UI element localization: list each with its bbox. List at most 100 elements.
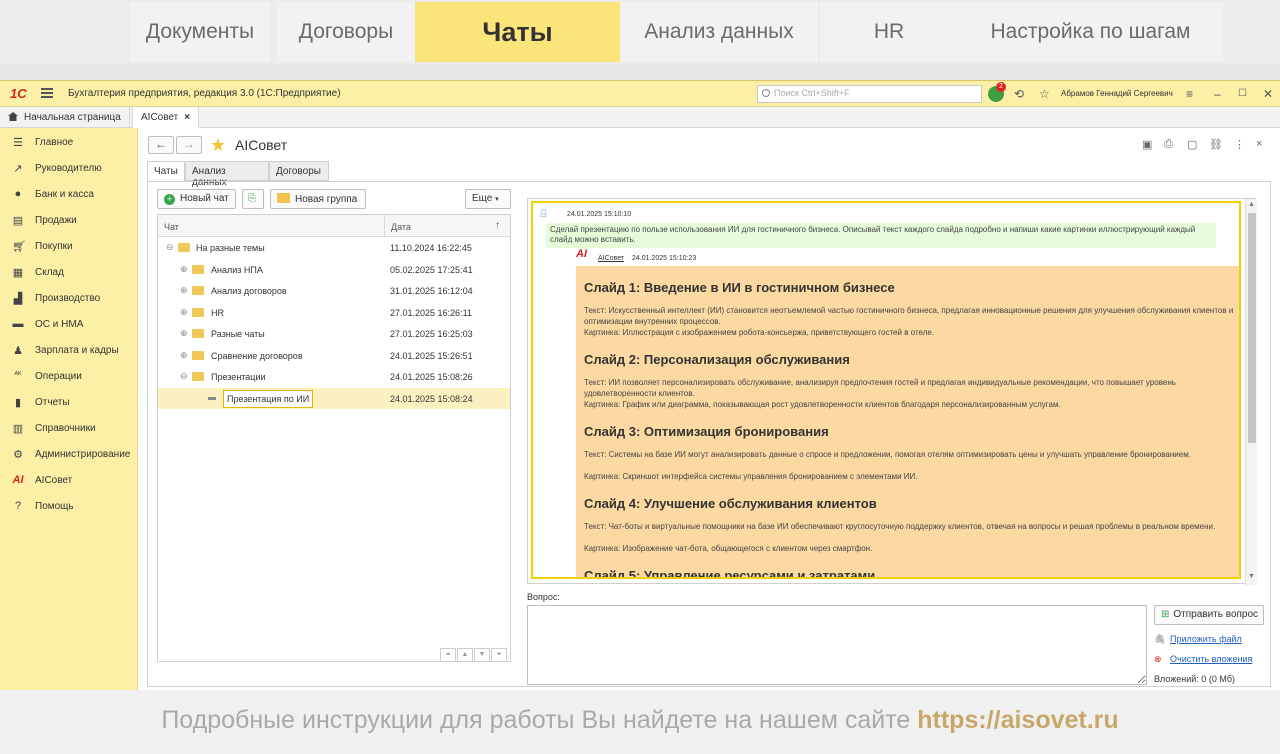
table-row[interactable]: ⊖ Презентации 24.01.2025 15:08:26 [158,366,510,387]
ai-icon: AI [12,474,24,486]
sidebar-item-references[interactable]: ▥ Справочники [0,419,138,439]
scroll-up-icon[interactable]: ▲ [1248,201,1255,208]
maximize-icon[interactable]: ☐ [1238,88,1247,99]
copy-chat-button[interactable]: ⎘ [242,189,264,209]
paperclip-icon: 🖇︎ [1154,634,1166,644]
sidebar-item-salary[interactable]: ♟ Зарплата и кадры [0,341,138,361]
close-form-icon[interactable]: × [1256,138,1262,150]
question-input[interactable] [527,605,1147,685]
main-form: ← → ★ AIСовет ▣ ⎙ ▢ ⛓︎ ⋮ × Чаты Анализ д… [138,128,1280,691]
nav-tab-documents[interactable]: Документы [130,2,270,62]
tab-aisovet[interactable]: AIСовет × [132,107,200,129]
user-message: Сделай презентацию по пользе использован… [546,223,1216,248]
tab-chats[interactable]: Чаты [147,161,185,181]
sidebar-item-label: Продажи [35,215,77,226]
sidebar-item-production[interactable]: ▟ Производство [0,289,138,309]
table-row-selected[interactable]: Презентация по ИИ 24.01.2025 15:08:24 [158,388,510,409]
sidebar-item-warehouse[interactable]: ▦ Склад [0,263,138,283]
nav-tab-hr[interactable]: HR [820,2,958,62]
close-tab-icon[interactable]: × [184,112,190,123]
sidebar-item-purchases[interactable]: 🛒︎ Покупки [0,237,138,257]
expand-icon[interactable]: ⊕ [180,285,188,296]
expand-icon[interactable]: ⊕ [180,307,188,318]
tab-data-analysis[interactable]: Анализ данных [185,161,269,188]
expand-icon[interactable]: ⊕ [180,264,188,275]
folder-icon [192,265,204,274]
sidebar-item-help[interactable]: ? Помощь [0,497,138,517]
new-chat-label: Новый чат [180,193,229,204]
more-button[interactable]: Еще ▾ [465,189,511,209]
footer-text: Подробные инструкции для работы Вы найде… [161,706,911,734]
nav-tab-contracts[interactable]: Договоры [277,2,415,62]
sidebar-item-sales[interactable]: ▤ Продажи [0,211,138,231]
sidebar-item-admin[interactable]: ⚙ Администрирование [0,445,138,465]
user-avatar-icon: 👤︎ [539,210,548,217]
tab-contracts[interactable]: Договоры [269,161,329,181]
table-row[interactable]: ⊖ На разные темы 11.10.2024 16:22:45 [158,237,510,258]
table-row[interactable]: ⊕ HR 27.01.2025 16:26:11 [158,302,510,323]
new-chat-button[interactable]: + Новый чат [157,189,236,209]
add-icon: + [164,194,175,205]
sidebar-item-fixed-assets[interactable]: ▬ ОС и НМА [0,315,138,335]
scroll-up-icon[interactable]: ▲ [457,648,473,662]
save-icon[interactable]: ▣ [1142,138,1152,151]
scroll-top-icon[interactable]: ⏶ [440,648,456,662]
nav-tab-chats[interactable]: Чаты [415,2,620,62]
footer-url[interactable]: https://aisovet.ru [917,706,1118,734]
sidebar-item-aisovet[interactable]: AI AIСовет [0,471,138,491]
ai-author[interactable]: AIСовет [598,255,624,262]
clear-attachments-link[interactable]: Очистить вложения [1170,654,1252,664]
column-header-date[interactable]: Дата ↑ [385,215,510,237]
scroll-down-icon[interactable]: ▼ [1248,573,1255,580]
folder-icon [192,329,204,338]
history-icon[interactable]: ⟲ [1014,87,1024,101]
table-row[interactable]: ⊕ Разные чаты 27.01.2025 16:25:03 [158,323,510,344]
send-question-button[interactable]: ⊞ Отправить вопрос [1154,605,1264,625]
minimize-icon[interactable]: – [1214,87,1221,101]
sidebar-item-operations[interactable]: ᴬᴷ Операции [0,367,138,387]
favorites-icon[interactable]: ☆ [1039,87,1050,101]
scroll-bottom-icon[interactable]: ⏷ [491,648,507,662]
user-name[interactable]: Абрамов Геннадий Сергеевич [1061,89,1173,98]
more-menu-icon[interactable]: ⋮ [1234,138,1245,151]
favorite-star-icon[interactable]: ★ [210,135,226,156]
table-row[interactable]: ⊕ Анализ НПА 05.02.2025 17:25:41 [158,259,510,280]
search-input[interactable]: Поиск Ctrl+Shift+F [757,85,982,103]
settings-menu-icon[interactable]: ≡ [1186,87,1193,101]
link-icon[interactable]: ⛓︎ [1209,138,1223,151]
collapse-icon[interactable]: ⊖ [180,371,188,382]
notifications-icon[interactable]: 2 [988,82,1006,102]
expand-icon[interactable]: ⊕ [180,328,188,339]
table-row[interactable]: ⊕ Сравнение договоров 24.01.2025 15:26:5… [158,345,510,366]
row-name: Сравнение договоров [211,351,303,361]
tab-home[interactable]: Начальная страница [0,107,130,128]
nav-tab-data-analysis[interactable]: Анализ данных [620,2,818,62]
close-window-icon[interactable]: ✕ [1263,87,1273,101]
slide-title: Слайд 4: Улучшение обслуживания клиентов [584,496,877,511]
chat-scrollbar[interactable]: ▲ ▼ [1245,199,1257,585]
main-menu-icon[interactable] [41,88,53,98]
table-row[interactable]: ⊕ Анализ договоров 31.01.2025 16:12:04 [158,280,510,301]
attach-file-link[interactable]: Приложить файл [1170,634,1242,644]
new-group-button[interactable]: Новая группа [270,189,366,209]
scroll-thumb[interactable] [1248,213,1256,443]
nav-tab-setup-steps[interactable]: Настройка по шагам [958,2,1223,62]
forward-button[interactable]: → [176,136,202,154]
clear-icon: ⊗ [1154,654,1162,664]
print-icon[interactable]: ⎙ [1164,138,1173,151]
column-header-chat[interactable]: Чат [158,215,384,237]
slide-text: Текст: Искусственный интеллект (ИИ) стан… [584,306,1234,326]
collapse-icon[interactable]: ⊖ [166,242,174,253]
sidebar-item-bank[interactable]: ● Банк и касса [0,185,138,205]
sidebar-item-main[interactable]: ☰ Главное [0,133,138,153]
row-name[interactable]: Презентация по ИИ [223,390,314,408]
sidebar-item-director[interactable]: ↗ Руководителю [0,159,138,179]
expand-icon[interactable]: ⊕ [180,350,188,361]
sidebar-item-reports[interactable]: ▮ Отчеты [0,393,138,413]
back-button[interactable]: ← [148,136,174,154]
trend-icon: ↗ [13,163,23,175]
scroll-down-icon[interactable]: ▼ [474,648,490,662]
preview-icon[interactable]: ▢ [1187,138,1197,151]
slide-text: Текст: Чат-боты и виртуальные помощники … [584,522,1216,531]
notification-badge: 2 [996,82,1006,92]
